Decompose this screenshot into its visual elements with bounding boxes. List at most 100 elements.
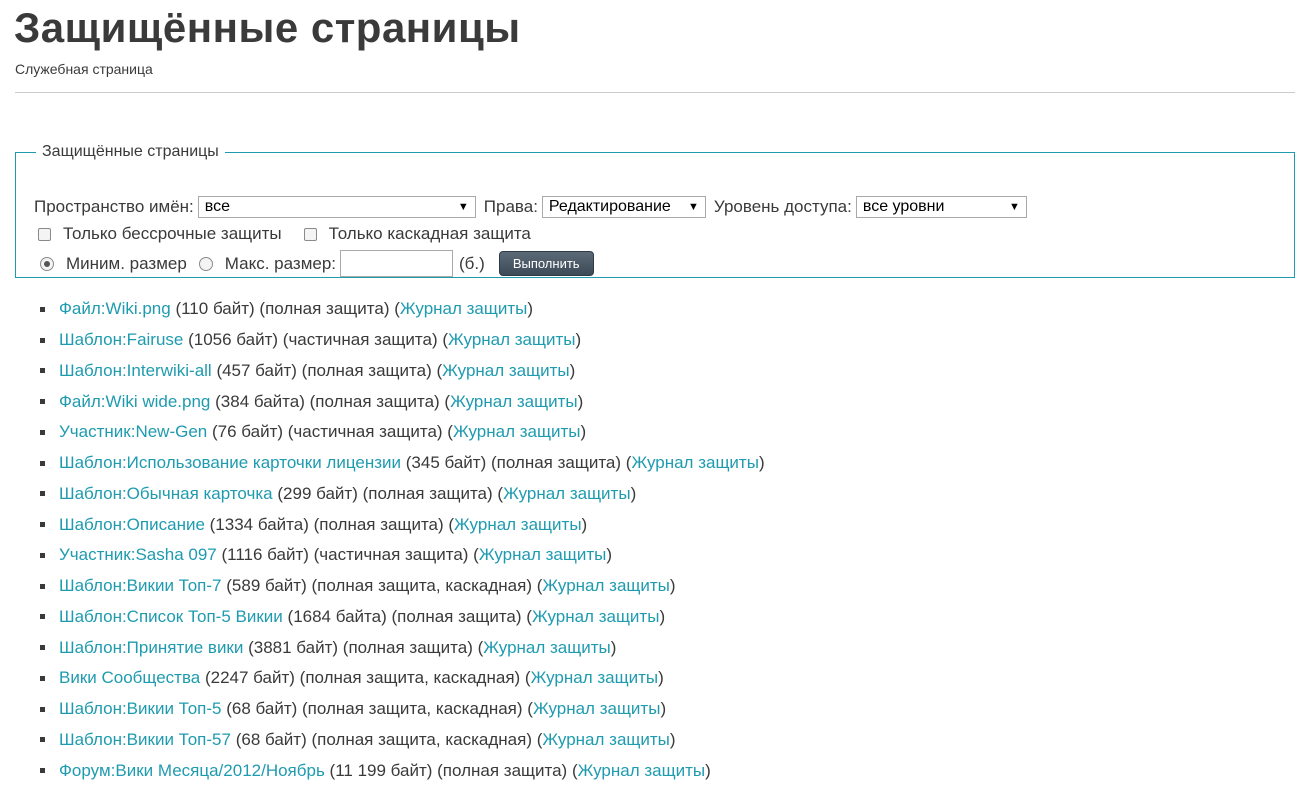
protection-log-link[interactable]: Журнал защиты [454,515,582,535]
page-info: (1684 байта) (полная защита) ( [287,606,532,626]
dropdown-arrow-icon: ▼ [1008,201,1020,213]
list-item: Файл:Wiki.png (110 байт) (полная защита)… [40,294,765,325]
page-subtitle: Служебная страница [15,61,153,77]
page-info-close: ) [669,729,676,749]
bullet-icon [40,460,45,466]
list-item: Шаблон:Использование карточки лицензии (… [40,448,765,479]
bullet-icon [40,552,45,558]
page-link[interactable]: Форум:Вики Месяца/2012/Ноябрь [59,761,325,781]
protection-log-link[interactable]: Журнал защиты [448,330,576,350]
bullet-icon [40,614,45,620]
cascade-label: Только каскадная защита [328,224,531,243]
page-link[interactable]: Участник:New-Gen [59,422,207,442]
list-item: Форум:Вики Месяца/2012/Ноябрь (11 199 ба… [40,755,765,786]
page-info: (2247 байт) (полная защита, каскадная) ( [204,668,531,688]
page-link[interactable]: Вики Сообщества [59,668,200,688]
bullet-icon [40,368,45,374]
bullet-icon [40,583,45,589]
bullet-icon [40,337,45,343]
protection-log-link[interactable]: Журнал защиты [531,668,659,688]
list-item: Участник:Sasha 097 (1116 байт) (частична… [40,540,765,571]
divider [15,92,1295,93]
list-item: Шаблон:Викии Топ-7 (589 байт) (полная за… [40,571,765,602]
protection-log-link[interactable]: Журнал защиты [578,761,706,781]
page-info: (110 байт) (полная защита) ( [175,299,400,319]
submit-button[interactable]: Выполнить [498,251,594,276]
protection-log-link[interactable]: Журнал защиты [532,607,660,627]
page-info: (76 байт) (частичная защита) ( [211,422,453,442]
page-info: (345 байт) (полная защита) ( [405,453,632,473]
page-link[interactable]: Участник:Sasha 097 [59,545,217,565]
protection-log-link[interactable]: Журнал защиты [450,392,578,412]
protection-log-link[interactable]: Журнал защиты [631,453,759,473]
list-item: Шаблон:Принятие вики (3881 байт) (полная… [40,632,765,663]
list-item: Шаблон:Interwiki-all (457 байт) (полная … [40,356,765,387]
page-info-close: ) [575,330,582,350]
page-link[interactable]: Шаблон:Interwiki-all [59,361,212,381]
max-size-radio[interactable] [198,256,213,271]
page-link[interactable]: Шаблон:Викии Топ-57 [59,730,231,750]
page-info-close: ) [630,483,637,503]
min-size-label: Миним. размер [66,253,187,273]
page-info: (68 байт) (полная защита, каскадная) ( [226,699,533,719]
dropdown-arrow-icon: ▼ [688,201,699,213]
filter-row-size: Миним. размер Макс. размер: (б.) Выполни… [34,250,594,277]
list-item: Вики Сообщества (2247 байт) (полная защи… [40,663,765,694]
size-input[interactable] [340,250,454,277]
page-link[interactable]: Шаблон:Список Топ-5 Викии [59,607,283,627]
protection-log-link[interactable]: Журнал защиты [479,545,607,565]
page-info-close: ) [577,391,584,411]
page-link[interactable]: Шаблон:Описание [59,515,205,535]
page-link[interactable]: Шаблон:Принятие вики [59,638,243,658]
bullet-icon [40,491,45,497]
page-info-close: ) [659,606,666,626]
filter-row-checkboxes: Только бессрочные защиты Только каскадна… [34,224,531,244]
max-size-label: Макс. размер: [224,253,337,273]
list-item: Шаблон:Обычная карточка (299 байт) (полн… [40,479,765,510]
indefinite-label: Только бессрочные защиты [63,224,282,243]
protection-log-link[interactable]: Журнал защиты [542,576,670,596]
page-info-close: ) [610,637,617,657]
list-item: Шаблон:Викии Топ-5 (68 байт) (полная защ… [40,694,765,725]
page-link[interactable]: Файл:Wiki wide.png [59,392,210,412]
list-item: Файл:Wiki wide.png (384 байта) (полная з… [40,386,765,417]
protection-log-link[interactable]: Журнал защиты [533,699,661,719]
page-info: (384 байта) (полная защита) ( [215,391,451,411]
list-item: Шаблон:Викии Топ-57 (68 байт) (полная за… [40,725,765,756]
list-item: Шаблон:Список Топ-5 Викии (1684 байта) (… [40,602,765,633]
namespace-select-value: все [204,198,230,215]
page-link[interactable]: Шаблон:Викии Топ-7 [59,576,222,596]
page-info: (1116 байт) (частичная защита) ( [221,545,479,565]
page-info-close: ) [580,422,587,442]
page-title: Защищённые страницы [14,4,521,51]
page-info: (457 байт) (полная защита) ( [216,360,443,380]
page-link[interactable]: Шаблон:Использование карточки лицензии [59,453,401,473]
protection-log-link[interactable]: Журнал защиты [503,484,631,504]
protection-log-link[interactable]: Журнал защиты [442,361,570,381]
page-link[interactable]: Шаблон:Викии Топ-5 [59,699,222,719]
bullet-icon [40,645,45,651]
protection-log-link[interactable]: Журнал защиты [453,422,581,442]
protection-log-link[interactable]: Журнал защиты [542,730,670,750]
level-select[interactable]: все уровни ▼ [855,196,1027,218]
bullet-icon [40,737,45,743]
page-link[interactable]: Шаблон:Fairuse [59,330,183,350]
namespace-select[interactable]: все ▼ [197,196,476,218]
dropdown-arrow-icon: ▼ [457,201,469,213]
page-info: (68 байт) (полная защита, каскадная) ( [235,729,543,749]
protection-log-link[interactable]: Журнал защиты [400,299,528,319]
page-info: (1334 байта) (полная защита) ( [209,514,455,534]
page-link[interactable]: Файл:Wiki.png [59,299,171,319]
page-info: (1056 байт) (частичная защита) ( [188,330,448,350]
page-info-close: ) [658,668,664,688]
filter-legend: Защищённые страницы [42,143,219,160]
indefinite-checkbox[interactable] [38,227,51,241]
bullet-icon [40,675,45,681]
level-label: Уровень доступа: [713,197,852,216]
min-size-radio[interactable] [40,256,54,271]
page-info-close: ) [660,699,667,719]
protection-log-link[interactable]: Журнал защиты [483,638,611,658]
cascade-checkbox[interactable] [303,227,317,241]
rights-select[interactable]: Редактирование ▼ [541,196,706,218]
page-link[interactable]: Шаблон:Обычная карточка [59,484,273,504]
